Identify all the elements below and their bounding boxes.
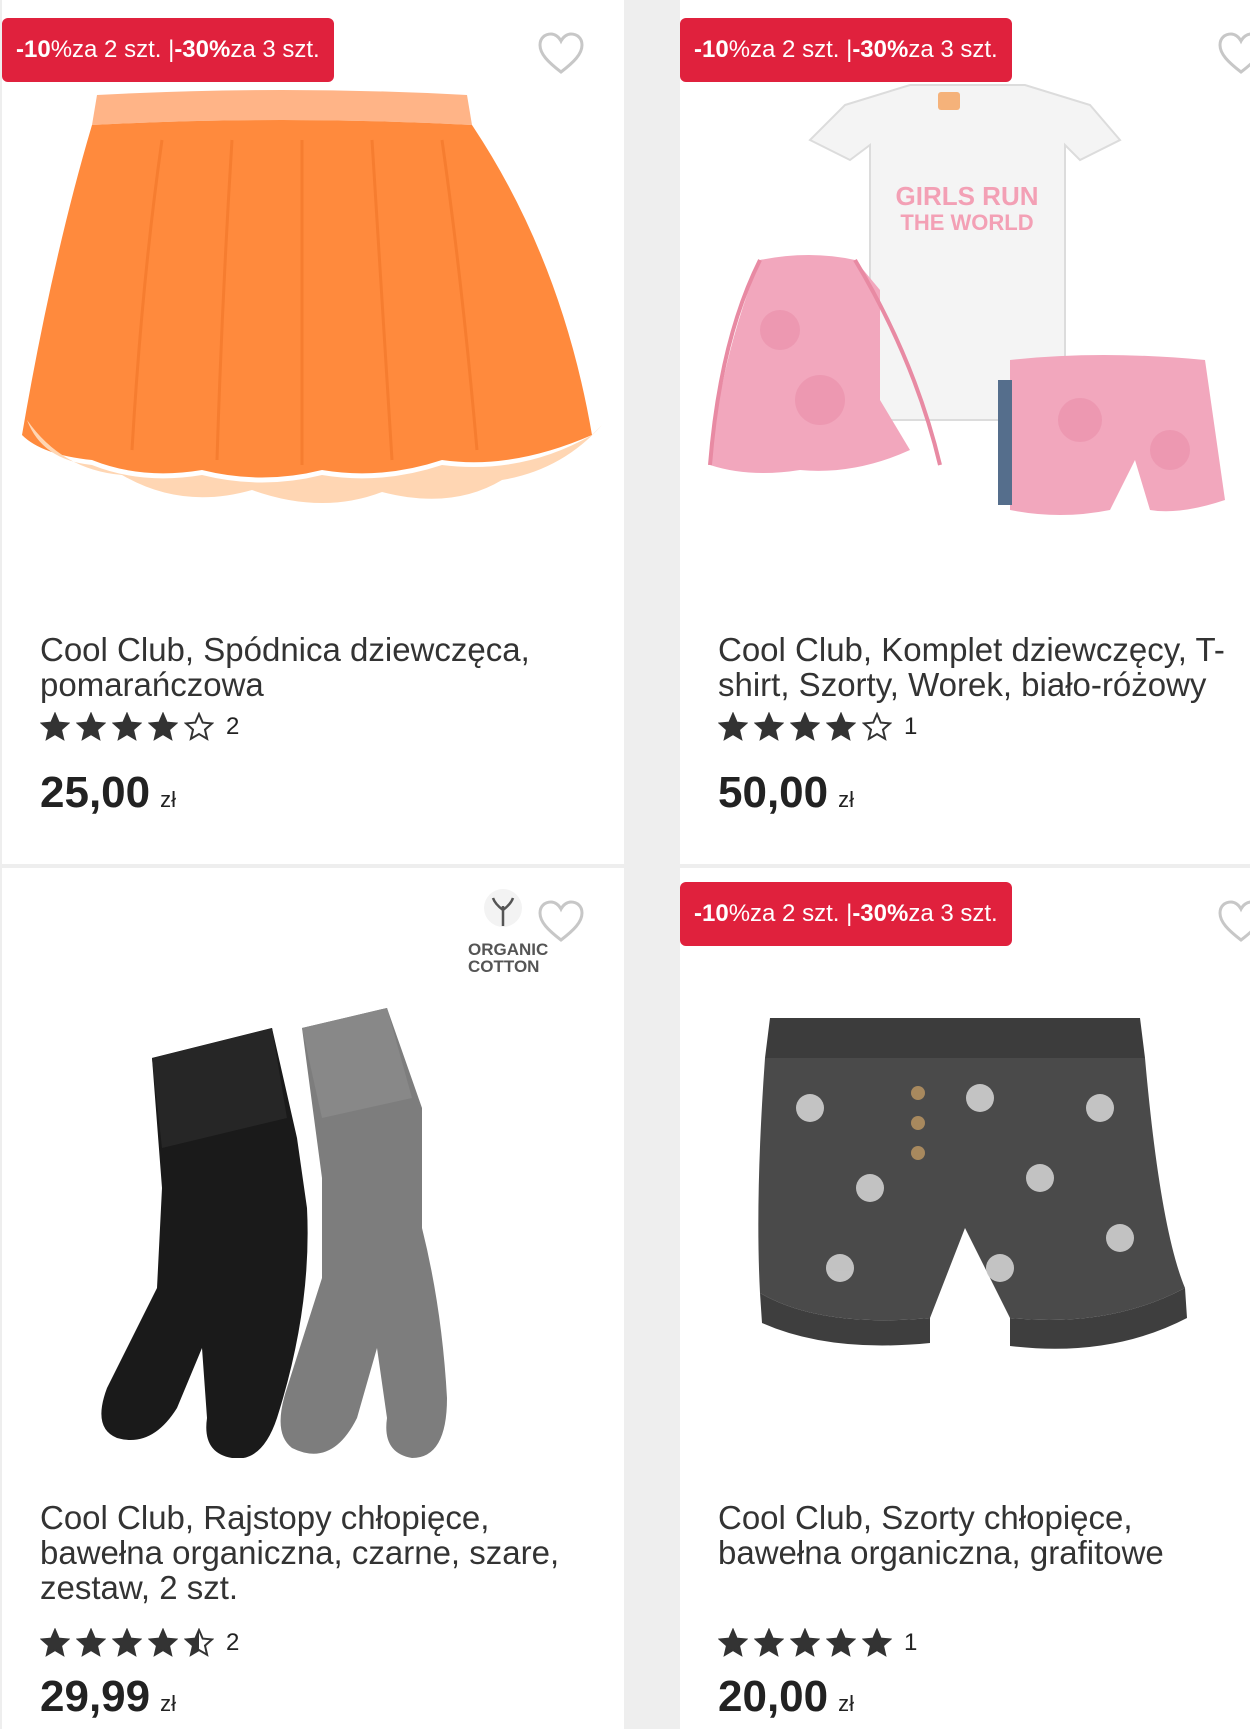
organic-tree-icon [484,889,522,927]
star-full-icon [754,712,784,741]
promo-text-3: za 3 szt. [908,36,998,63]
promo-discount-3: -30% [852,36,909,63]
product-grid: -10% za 2 szt. | -30% za 3 szt. Cool Clu… [0,0,1250,1729]
badge-line-1: ORGANIC [468,940,549,959]
star-full-icon [754,1628,784,1657]
promo-text-3: za 3 szt. [908,900,998,927]
star-full-icon [112,712,142,741]
product-card[interactable]: -10% za 2 szt. | -30% za 3 szt. GIRLS RU… [680,0,1250,864]
promo-discount-2: -10 [16,36,51,63]
rating-count: 1 [904,713,918,740]
rating-count: 2 [226,1629,240,1656]
product-card[interactable]: -10% za 2 szt. | -30% za 3 szt. Cool Clu… [680,868,1250,1729]
product-image-girls-set[interactable]: GIRLS RUN THE WORLD [680,80,1250,590]
star-full-icon [862,1628,892,1657]
price-value: 25,00 [40,768,151,817]
price-currency: zł [838,787,854,812]
tshirt-print-line2: THE WORLD [900,210,1033,235]
heart-icon[interactable] [536,30,586,76]
promo-discount-3: -30% [852,900,909,927]
badge-line-2: COTTON [468,957,540,976]
star-empty-icon [862,712,892,741]
promo-text-3: za 3 szt. [230,36,320,63]
price-currency: zł [838,1691,854,1716]
product-price: 25,00 zł [40,768,176,818]
product-image-tights[interactable] [2,948,624,1458]
star-full-icon [790,1628,820,1657]
promo-text-2: za 2 szt. | [750,900,853,927]
product-price: 20,00 zł [718,1672,854,1722]
rating-count: 1 [904,1629,918,1656]
product-image-shorts[interactable] [680,948,1250,1458]
star-full-icon [76,1628,106,1657]
rating-stars [718,1628,892,1658]
product-image-skirt[interactable] [2,80,624,590]
star-full-icon [40,1628,70,1657]
star-full-icon [826,1628,856,1657]
promo-badge: -10% za 2 szt. | -30% za 3 szt. [680,18,1012,82]
star-full-icon [148,1628,178,1657]
promo-percent: % [728,900,751,927]
price-value: 29,99 [40,1672,151,1721]
promo-discount-2: -10 [694,900,729,927]
product-name[interactable]: Cool Club, Spódnica dziewczęca, pomarańc… [40,632,600,702]
star-full-icon [718,1628,748,1657]
star-full-icon [718,712,748,741]
product-rating: 1 [718,1628,917,1658]
product-name[interactable]: Cool Club, Szorty chłopięce, bawełna org… [718,1500,1248,1570]
promo-text-2: za 2 szt. | [750,36,853,63]
product-price: 50,00 zł [718,768,854,818]
price-currency: zł [160,787,176,812]
promo-percent: % [728,36,751,63]
star-full-icon [148,712,178,741]
rating-count: 2 [226,713,240,740]
promo-discount-3: -30% [174,36,231,63]
star-full-icon [76,712,106,741]
star-full-icon [790,712,820,741]
product-rating: 2 [40,712,239,742]
star-empty-icon [184,712,214,741]
promo-text-2: za 2 szt. | [72,36,175,63]
rating-stars [40,712,214,742]
promo-discount-2: -10 [694,36,729,63]
star-full-icon [826,712,856,741]
organic-cotton-badge: ORGANIC COTTON [468,888,549,976]
product-card[interactable]: -10% za 2 szt. | -30% za 3 szt. Cool Clu… [2,0,624,864]
star-half-icon [184,1628,214,1657]
product-name[interactable]: Cool Club, Rajstopy chłopięce, bawełna o… [40,1500,600,1605]
product-name[interactable]: Cool Club, Komplet dziewczęcy, T-shirt, … [718,632,1248,702]
heart-icon[interactable] [1216,30,1250,76]
heart-icon[interactable] [1216,898,1250,944]
star-full-icon [112,1628,142,1657]
price-value: 50,00 [718,768,829,817]
product-price: 29,99 zł [40,1672,176,1722]
price-value: 20,00 [718,1672,829,1721]
promo-badge: -10% za 2 szt. | -30% za 3 szt. [2,18,334,82]
tshirt-print-line1: GIRLS RUN [896,181,1039,211]
product-card[interactable]: Cool Club, Rajstopy chłopięce, bawełna o… [2,868,624,1729]
price-currency: zł [160,1691,176,1716]
product-rating: 2 [40,1628,239,1658]
product-rating: 1 [718,712,917,742]
rating-stars [40,1628,214,1658]
promo-percent: % [50,36,73,63]
promo-badge: -10% za 2 szt. | -30% za 3 szt. [680,882,1012,946]
star-full-icon [40,712,70,741]
rating-stars [718,712,892,742]
heart-icon[interactable] [536,898,586,944]
